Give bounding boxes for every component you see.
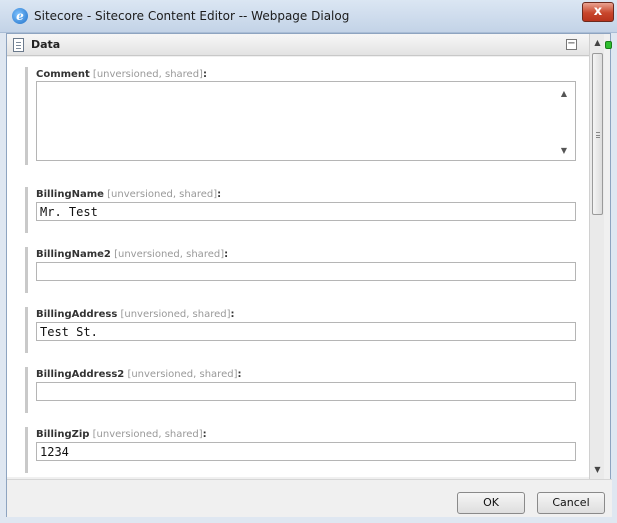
field-name: BillingName2 [36, 249, 111, 260]
billingname-input[interactable]: Mr. Test [36, 202, 576, 221]
cancel-button[interactable]: Cancel [537, 492, 605, 514]
field-name: BillingAddress [36, 309, 118, 320]
field-meta: [unversioned, shared] [92, 69, 203, 80]
field-colon: : [237, 369, 242, 380]
field-colon: : [202, 69, 207, 80]
scrollbar-grip-icon [596, 132, 600, 138]
field-billingname: BillingName [unversioned, shared]: Mr. T… [25, 187, 577, 233]
vertical-scrollbar[interactable]: ▲ ▼ [589, 34, 604, 479]
field-label-comment: Comment [unversioned, shared]: [36, 69, 207, 80]
document-icon [13, 38, 24, 52]
field-meta: [unversioned, shared] [92, 429, 203, 440]
field-name: BillingZip [36, 429, 90, 440]
internet-explorer-icon: e [12, 8, 28, 24]
field-meta: [unversioned, shared] [114, 249, 225, 260]
field-meta: [unversioned, shared] [127, 369, 238, 380]
field-colon: : [217, 189, 222, 200]
field-label-billingname: BillingName [unversioned, shared]: [36, 189, 221, 200]
field-billingaddress: BillingAddress [unversioned, shared]: Te… [25, 307, 577, 353]
field-billingaddress2: BillingAddress2 [unversioned, shared]: [25, 367, 577, 413]
field-meta: [unversioned, shared] [120, 309, 231, 320]
scroll-up-icon[interactable]: ▲ [590, 35, 605, 50]
field-billingname2: BillingName2 [unversioned, shared]: [25, 247, 577, 293]
field-label-billingzip: BillingZip [unversioned, shared]: [36, 429, 207, 440]
comment-textarea[interactable] [36, 81, 576, 161]
section-header-data[interactable]: Data − [7, 34, 589, 56]
field-colon: : [230, 309, 235, 320]
status-indicator-icon [605, 41, 612, 49]
field-billingzip: BillingZip [unversioned, shared]: 1234 [25, 427, 577, 473]
title-bar: e Sitecore - Sitecore Content Editor -- … [0, 0, 617, 33]
collapse-icon[interactable]: − [566, 39, 577, 50]
field-name: BillingAddress2 [36, 369, 125, 380]
field-comment: Comment [unversioned, shared]: ▲ ▼ [25, 67, 577, 165]
scrollbar-thumb[interactable] [592, 53, 603, 215]
field-label-billingaddress2: BillingAddress2 [unversioned, shared]: [36, 369, 241, 380]
ok-button[interactable]: OK [457, 492, 525, 514]
window-title: Sitecore - Sitecore Content Editor -- We… [34, 9, 350, 23]
section-title: Data [31, 38, 61, 51]
field-colon: : [224, 249, 229, 260]
dialog-client-area: Data − Comment [unversioned, shared]: ▲ … [6, 33, 612, 517]
field-meta: [unversioned, shared] [107, 189, 218, 200]
textarea-scroll-up-icon[interactable]: ▲ [561, 89, 567, 98]
billingaddress2-input[interactable] [36, 382, 576, 401]
close-button[interactable]: x [582, 2, 614, 22]
field-name: Comment [36, 69, 90, 80]
scroll-down-icon[interactable]: ▼ [590, 462, 605, 477]
billingname2-input[interactable] [36, 262, 576, 281]
field-colon: : [202, 429, 207, 440]
billingaddress-input[interactable]: Test St. [36, 322, 576, 341]
textarea-scroll-down-icon[interactable]: ▼ [561, 146, 567, 155]
billingzip-input[interactable]: 1234 [36, 442, 576, 461]
field-label-billingname2: BillingName2 [unversioned, shared]: [36, 249, 228, 260]
fields-panel: Comment [unversioned, shared]: ▲ ▼ Billi… [7, 57, 589, 477]
field-label-billingaddress: BillingAddress [unversioned, shared]: [36, 309, 235, 320]
field-name: BillingName [36, 189, 104, 200]
dialog-footer: OK Cancel [7, 479, 612, 517]
